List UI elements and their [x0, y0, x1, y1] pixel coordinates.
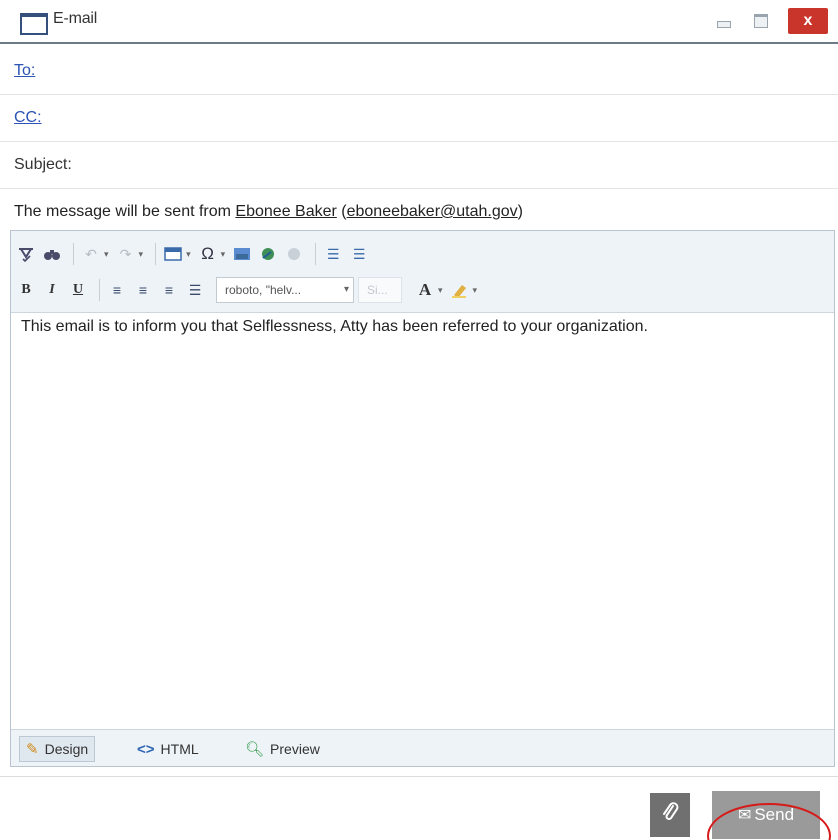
remove-link-icon[interactable]	[283, 243, 305, 265]
font-color-button[interactable]: A	[414, 279, 436, 301]
special-character-icon[interactable]: Ω	[197, 243, 219, 265]
code-icon: <>	[137, 740, 155, 758]
window-icon	[20, 13, 48, 35]
sender-name: Ebonee Baker	[235, 203, 337, 220]
toolbar-separator	[315, 243, 317, 265]
font-color-dropdown-icon[interactable]: ▾	[438, 285, 443, 296]
table-dropdown-icon[interactable]: ▾	[186, 249, 191, 260]
spellcheck-icon[interactable]	[15, 243, 37, 265]
tab-html[interactable]: <> HTML	[131, 736, 205, 762]
bulleted-list-icon[interactable]: ☰	[348, 243, 370, 265]
insert-image-icon[interactable]	[231, 243, 253, 265]
align-left-icon[interactable]: ≡	[106, 279, 128, 301]
pencil-icon: ✎	[26, 741, 39, 758]
sender-email: eboneebaker@utah.gov	[346, 203, 518, 220]
email-dialog: E-mail x To: CC: Subject: The message wi…	[0, 0, 838, 840]
undo-icon[interactable]: ↶	[80, 243, 102, 265]
toolbar-row-2: B I U ≡ ≡ ≡ ☰ roboto, "helv... Si... A ▾…	[15, 275, 483, 305]
align-center-icon[interactable]: ≡	[132, 279, 154, 301]
window-title: E-mail	[53, 10, 98, 27]
cc-row[interactable]: CC:	[0, 95, 838, 142]
tab-design-label: Design	[44, 741, 89, 757]
tab-design[interactable]: ✎ Design	[19, 736, 96, 762]
editor-mode-bar: ✎ Design <> HTML 🔍︎ Preview	[11, 729, 834, 766]
underline-button[interactable]: U	[67, 279, 89, 301]
toolbar-separator	[73, 243, 74, 265]
tab-preview[interactable]: 🔍︎ Preview	[239, 736, 326, 762]
editor-toolbar: ↶ ▾ ↷ ▾ ▾ Ω ▾ ☰ ☰ B I U ≡ ≡ ≡ ☰ roboto, …	[11, 231, 834, 313]
paren-close: )	[517, 203, 523, 220]
toolbar-row-1: ↶ ▾ ↷ ▾ ▾ Ω ▾ ☰ ☰	[15, 239, 374, 269]
message-body[interactable]: This email is to inform you that Selfles…	[21, 317, 831, 337]
sender-prefix: The message will be sent from	[14, 203, 236, 220]
tab-html-label: HTML	[160, 741, 199, 757]
justify-icon[interactable]: ☰	[184, 279, 206, 301]
font-family-select[interactable]: roboto, "helv...	[216, 277, 354, 303]
to-row[interactable]: To:	[0, 48, 838, 95]
attach-button[interactable]	[650, 793, 690, 837]
bold-button[interactable]: B	[15, 279, 37, 301]
paren-open: (	[336, 203, 347, 220]
subject-row[interactable]: Subject:	[0, 142, 838, 189]
special-character-dropdown-icon[interactable]: ▾	[221, 249, 226, 260]
align-right-icon[interactable]: ≡	[158, 279, 180, 301]
italic-button[interactable]: I	[41, 279, 63, 301]
numbered-list-icon[interactable]: ☰	[322, 243, 344, 265]
to-link[interactable]: To:	[14, 62, 35, 80]
sender-info-row: The message will be sent from Ebonee Bak…	[0, 189, 838, 236]
insert-link-icon[interactable]	[257, 243, 279, 265]
sender-info: The message will be sent from Ebonee Bak…	[14, 203, 523, 221]
find-replace-icon[interactable]	[41, 243, 63, 265]
redo-dropdown-icon[interactable]: ▾	[139, 249, 144, 260]
font-size-select[interactable]: Si...	[358, 277, 402, 303]
rich-text-editor: ↶ ▾ ↷ ▾ ▾ Ω ▾ ☰ ☰ B I U ≡ ≡ ≡ ☰ roboto, …	[10, 230, 835, 767]
title-bar: E-mail x	[0, 0, 838, 44]
insert-table-icon[interactable]	[162, 243, 184, 265]
subject-label: Subject:	[14, 156, 72, 173]
cc-link[interactable]: CC:	[14, 109, 42, 127]
highlight-color-icon[interactable]	[449, 279, 471, 301]
magnifier-icon: 🔍︎	[245, 741, 265, 758]
highlight-dropdown-icon[interactable]: ▾	[473, 285, 478, 296]
close-button[interactable]: x	[788, 8, 828, 34]
toolbar-separator	[99, 279, 100, 301]
maximize-button[interactable]	[750, 8, 772, 34]
toolbar-separator	[155, 243, 157, 265]
redo-icon[interactable]: ↷	[115, 243, 137, 265]
tab-preview-label: Preview	[270, 741, 320, 757]
minimize-button[interactable]	[712, 8, 734, 34]
paperclip-icon	[661, 801, 679, 829]
undo-dropdown-icon[interactable]: ▾	[104, 249, 109, 260]
